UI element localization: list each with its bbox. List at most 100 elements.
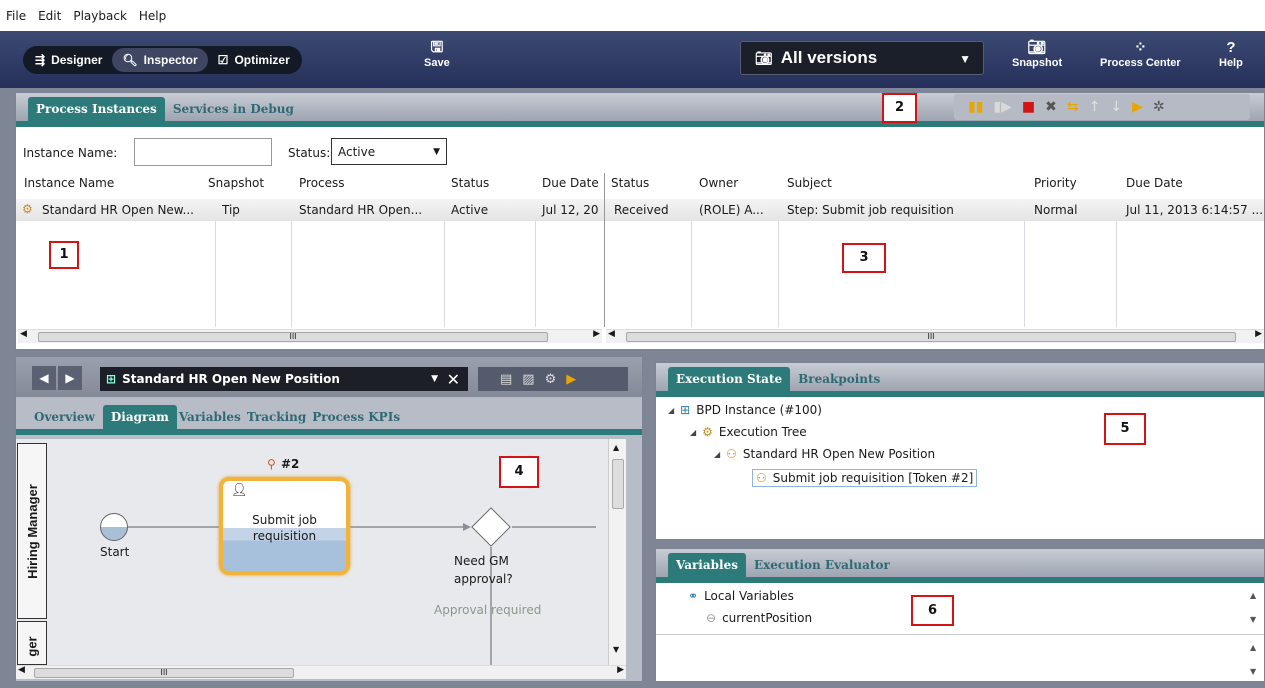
- split-divider[interactable]: [604, 173, 605, 327]
- status-filter-select[interactable]: Active ▼: [331, 138, 447, 165]
- activity-label-line1: Submit job: [252, 513, 317, 527]
- refresh-icon[interactable]: ⇆: [1067, 99, 1079, 115]
- scrollbar-thumb[interactable]: III: [38, 332, 548, 342]
- row-snapshot: Tip: [222, 203, 240, 217]
- activity-submit-job-requisition[interactable]: 👤︎ Submit job requisition: [219, 477, 350, 575]
- chart-icon[interactable]: ▨: [522, 372, 534, 387]
- inspector-tab[interactable]: 🔍︎ Inspector: [112, 48, 208, 72]
- optimizer-tab[interactable]: ☑ Optimizer: [208, 48, 300, 72]
- process-selector[interactable]: ⊞ Standard HR Open New Position ▼ ✕: [100, 367, 468, 391]
- optimizer-label: Optimizer: [234, 53, 290, 67]
- tree-label: currentPosition: [722, 611, 813, 625]
- stop-icon[interactable]: ■: [1022, 99, 1035, 115]
- table-row[interactable]: ⚙ Standard HR Open New... Tip Standard H…: [16, 199, 1264, 221]
- save-button[interactable]: 🖫 Save: [424, 39, 450, 69]
- right-table-scrollbar[interactable]: ◀ III ▶: [606, 329, 1264, 343]
- scrollbar-thumb[interactable]: III: [34, 668, 294, 678]
- scroll-down-icon[interactable]: ▼: [613, 645, 619, 654]
- col-process[interactable]: Process: [293, 176, 351, 190]
- col-snapshot[interactable]: Snapshot: [202, 176, 270, 190]
- col-due-date[interactable]: Due Date: [536, 176, 605, 190]
- tab-overview[interactable]: Overview: [26, 405, 103, 429]
- flow-label: Approval required: [434, 603, 542, 617]
- tree-item-bpd-instance[interactable]: ◢ ⊞ BPD Instance (#100): [668, 403, 822, 417]
- tab-process-instances[interactable]: Process Instances: [28, 97, 165, 121]
- status-filter-value: Active: [338, 144, 376, 159]
- tab-breakpoints[interactable]: Breakpoints: [790, 367, 888, 391]
- variables-icon: ⚭: [688, 589, 699, 603]
- tab-variables[interactable]: Variables: [177, 405, 245, 429]
- start-event[interactable]: [100, 513, 128, 541]
- collapse-icon[interactable]: ◢: [668, 406, 674, 415]
- evaluator-scrollbar[interactable]: ▲ ▼: [1250, 641, 1262, 681]
- col-instance-name[interactable]: Instance Name: [18, 176, 120, 190]
- menu-playback[interactable]: Playback: [73, 9, 127, 23]
- scroll-right-icon[interactable]: ▶: [593, 329, 600, 339]
- scroll-right-icon[interactable]: ▶: [1255, 329, 1262, 339]
- delete-icon[interactable]: ✖: [1045, 99, 1057, 115]
- menu-file[interactable]: File: [6, 9, 26, 23]
- tree-item-execution-tree[interactable]: ◢ ⚙ Execution Tree: [690, 425, 807, 439]
- scroll-down-icon[interactable]: ▼: [1250, 615, 1256, 624]
- debug-icon[interactable]: ✲: [1153, 99, 1165, 115]
- inspector-label: Inspector: [143, 53, 198, 67]
- pause-icon[interactable]: ▮▮: [968, 99, 983, 115]
- diagram-horizontal-scrollbar[interactable]: ◀ III ▶: [16, 665, 626, 679]
- col-subject[interactable]: Subject: [781, 176, 838, 190]
- instance-name-input[interactable]: [134, 138, 272, 166]
- col-priority[interactable]: Priority: [1028, 176, 1083, 190]
- tab-diagram[interactable]: Diagram: [102, 405, 177, 429]
- diagram-vertical-scrollbar[interactable]: ▲ ▼: [608, 439, 626, 665]
- down-icon[interactable]: ↓: [1110, 99, 1122, 115]
- tab-services-in-debug[interactable]: Services in Debug: [165, 97, 302, 121]
- scroll-up-icon[interactable]: ▲: [1250, 591, 1256, 600]
- designer-tab[interactable]: ⇶ Designer: [25, 48, 112, 72]
- back-button[interactable]: ◀: [32, 366, 56, 390]
- tab-execution-evaluator[interactable]: Execution Evaluator: [746, 553, 898, 577]
- tab-tracking[interactable]: Tracking: [245, 405, 310, 429]
- menu-edit[interactable]: Edit: [38, 9, 61, 23]
- tab-variables[interactable]: Variables: [668, 553, 746, 577]
- scroll-left-icon[interactable]: ◀: [608, 329, 615, 339]
- scroll-left-icon[interactable]: ◀: [18, 665, 25, 675]
- scroll-down-icon[interactable]: ▼: [1250, 667, 1256, 676]
- help-button[interactable]: ? Help: [1219, 39, 1243, 69]
- menu-help[interactable]: Help: [139, 9, 166, 23]
- col-task-due-date[interactable]: Due Date: [1120, 176, 1189, 190]
- column-divider: [215, 221, 216, 327]
- step-icon[interactable]: ▮▶: [993, 99, 1011, 115]
- col-owner[interactable]: Owner: [693, 176, 744, 190]
- tab-process-kpis[interactable]: Process KPIs: [310, 405, 408, 429]
- snapshot-button[interactable]: 📷︎ Snapshot: [1012, 39, 1062, 69]
- play-icon[interactable]: ▶: [1132, 99, 1143, 115]
- close-icon[interactable]: ✕: [447, 370, 460, 389]
- scroll-up-icon[interactable]: ▲: [613, 443, 619, 452]
- column-divider: [291, 221, 292, 327]
- process-center-button[interactable]: ⁘ Process Center: [1100, 39, 1181, 69]
- versions-dropdown[interactable]: 📷︎ All versions ▼: [740, 41, 984, 75]
- scroll-right-icon[interactable]: ▶: [617, 665, 624, 675]
- scroll-left-icon[interactable]: ◀: [20, 329, 27, 339]
- play-icon[interactable]: ▶: [566, 372, 576, 387]
- col-task-status[interactable]: Status: [605, 176, 655, 190]
- tree-item-current-position[interactable]: ⊖ currentPosition: [706, 611, 812, 625]
- up-icon[interactable]: ↑: [1089, 99, 1101, 115]
- activity-label-line2: requisition: [252, 529, 317, 543]
- tree-item-token[interactable]: ⚇ Submit job requisition [Token #2]: [752, 469, 978, 487]
- tree-item-process[interactable]: ◢ ⚇ Standard HR Open New Position: [714, 447, 935, 461]
- scrollbar-thumb[interactable]: [612, 459, 624, 509]
- left-table-scrollbar[interactable]: ◀ III ▶: [18, 329, 602, 343]
- scroll-up-icon[interactable]: ▲: [1250, 643, 1256, 652]
- col-status[interactable]: Status: [445, 176, 495, 190]
- variables-scrollbar[interactable]: ▲ ▼: [1250, 589, 1262, 629]
- collapse-icon[interactable]: ◢: [714, 450, 720, 459]
- designer-icon: ⇶: [35, 53, 46, 67]
- forward-button[interactable]: ▶: [58, 366, 82, 390]
- scrollbar-thumb[interactable]: III: [626, 332, 1236, 342]
- settings-icon[interactable]: ⚙: [545, 372, 557, 387]
- tree-item-local-variables[interactable]: ⚭ Local Variables: [688, 589, 794, 603]
- tab-execution-state[interactable]: Execution State: [668, 367, 791, 391]
- row-process: Standard HR Open...: [299, 203, 423, 217]
- export-icon[interactable]: ▤: [500, 372, 512, 387]
- collapse-icon[interactable]: ◢: [690, 428, 696, 437]
